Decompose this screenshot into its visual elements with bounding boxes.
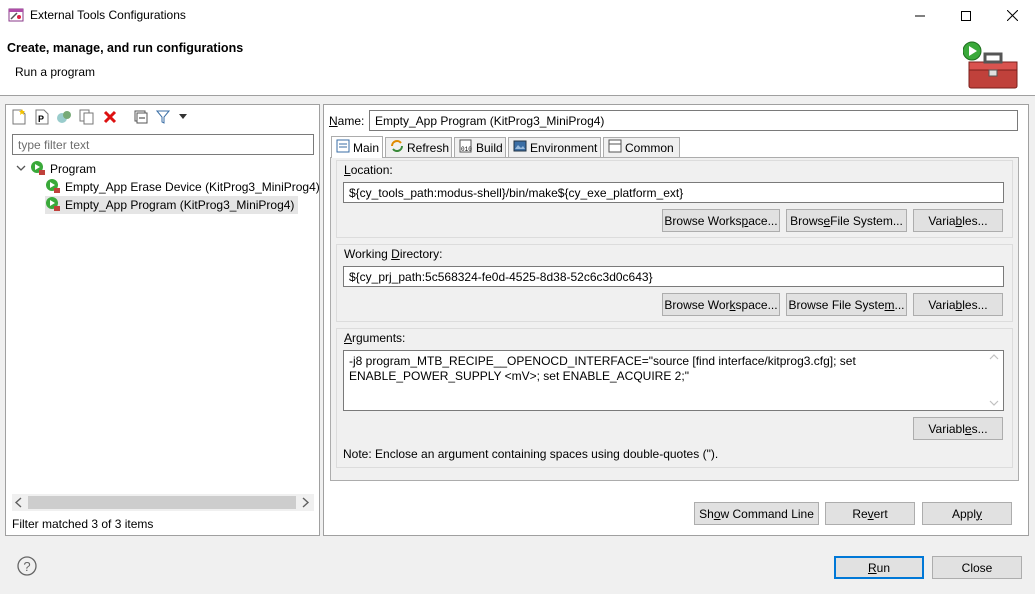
- run-button[interactable]: Run: [834, 556, 924, 579]
- left-toolbar: P: [8, 106, 318, 128]
- workdir-browse-workspace-button[interactable]: Browse Wor k space...: [662, 293, 780, 316]
- tab-label: Common: [625, 140, 674, 155]
- delete-icon[interactable]: [101, 108, 119, 126]
- apply-button[interactable]: Appl y: [922, 502, 1012, 525]
- filter-input[interactable]: [12, 134, 314, 155]
- tree-item-label: Empty_App Program (KitProg3_MiniProg4): [65, 198, 295, 212]
- banner-title: Create, manage, and run configurations: [7, 41, 244, 55]
- export-icon[interactable]: [55, 108, 73, 126]
- location-input[interactable]: [343, 182, 1004, 203]
- minimize-button[interactable]: [897, 0, 943, 31]
- workdir-variables-button[interactable]: Varia b les...: [913, 293, 1003, 316]
- maximize-button[interactable]: [943, 0, 989, 31]
- workdir-browse-filesystem-button[interactable]: Browse File Syste m...: [786, 293, 907, 316]
- scroll-right-icon[interactable]: [300, 497, 310, 511]
- tab-main[interactable]: Main: [331, 136, 383, 158]
- close-window-button[interactable]: [989, 0, 1035, 31]
- name-input[interactable]: [369, 110, 1018, 131]
- svg-text:?: ?: [23, 559, 30, 574]
- tab-refresh[interactable]: Refresh: [385, 137, 452, 157]
- refresh-icon: [390, 139, 404, 156]
- svg-text:P: P: [38, 114, 44, 124]
- tab-environment[interactable]: Environment: [508, 137, 601, 157]
- toolbox-run-icon: [962, 40, 1019, 92]
- location-browse-filesystem-button[interactable]: Brows e File System...: [786, 209, 907, 232]
- tab-common[interactable]: Common: [603, 137, 680, 157]
- tree-item-label: Empty_App Erase Device (KitProg3_MiniPro…: [65, 180, 320, 194]
- name-label: Name:: [329, 114, 365, 128]
- duplicate-icon[interactable]: [78, 108, 96, 126]
- filter-icon[interactable]: [154, 108, 172, 126]
- banner-subtitle: Run a program: [15, 65, 96, 79]
- chevron-down-icon[interactable]: [16, 162, 26, 176]
- view-menu-icon[interactable]: [174, 108, 192, 126]
- new-config-icon[interactable]: [10, 108, 28, 126]
- tree-item[interactable]: Empty_App Erase Device (KitProg3_MiniPro…: [45, 178, 320, 196]
- common-icon: [608, 139, 622, 156]
- working-directory-input[interactable]: [343, 266, 1004, 287]
- program-run-icon: [30, 160, 46, 179]
- footer-divider: [0, 544, 1035, 545]
- show-command-line-button[interactable]: Sh o w Command Line: [694, 502, 819, 525]
- help-icon[interactable]: ?: [17, 556, 37, 576]
- program-run-icon: [45, 196, 61, 215]
- arguments-textarea[interactable]: -j8 program_MTB_RECIPE__OPENOCD_INTERFAC…: [343, 350, 1004, 411]
- tab-label: Refresh: [407, 140, 450, 155]
- tab-label: Main: [353, 140, 380, 155]
- scroll-left-icon[interactable]: [14, 497, 24, 511]
- location-label: Location:: [343, 163, 394, 177]
- new-prototype-icon[interactable]: P: [33, 108, 51, 126]
- revert-button[interactable]: Re v ert: [825, 502, 915, 525]
- tree-category-label: Program: [50, 162, 97, 176]
- tab-label: Build: [476, 140, 503, 155]
- scrollbar-thumb[interactable]: [28, 496, 296, 509]
- close-button[interactable]: Close: [932, 556, 1022, 579]
- build-icon: 010: [459, 139, 473, 156]
- arguments-variables-button[interactable]: Variabl e s...: [913, 417, 1003, 440]
- tab-build[interactable]: 010 Build: [454, 137, 506, 157]
- environment-icon: [513, 139, 527, 156]
- arguments-label: Arguments:: [343, 331, 407, 345]
- location-browse-workspace-button[interactable]: Browse Works p ace...: [662, 209, 780, 232]
- arguments-scrollbar[interactable]: [985, 351, 1003, 410]
- main-tab-icon: [336, 139, 350, 156]
- window-title: External Tools Configurations: [30, 8, 186, 22]
- tools-app-icon: [8, 7, 24, 23]
- filter-status: Filter matched 3 of 3 items: [12, 517, 154, 531]
- arguments-note: Note: Enclose an argument containing spa…: [343, 447, 719, 461]
- tree-item-selected[interactable]: Empty_App Program (KitProg3_MiniProg4): [45, 196, 298, 214]
- working-directory-label: Working Directory:: [343, 247, 444, 261]
- collapse-all-icon[interactable]: [132, 108, 150, 126]
- svg-text:010: 010: [461, 146, 472, 153]
- tree-category-program[interactable]: Program: [16, 160, 96, 178]
- tab-label: Environment: [530, 140, 598, 155]
- location-variables-button[interactable]: Varia b les...: [913, 209, 1003, 232]
- program-run-icon: [45, 178, 61, 197]
